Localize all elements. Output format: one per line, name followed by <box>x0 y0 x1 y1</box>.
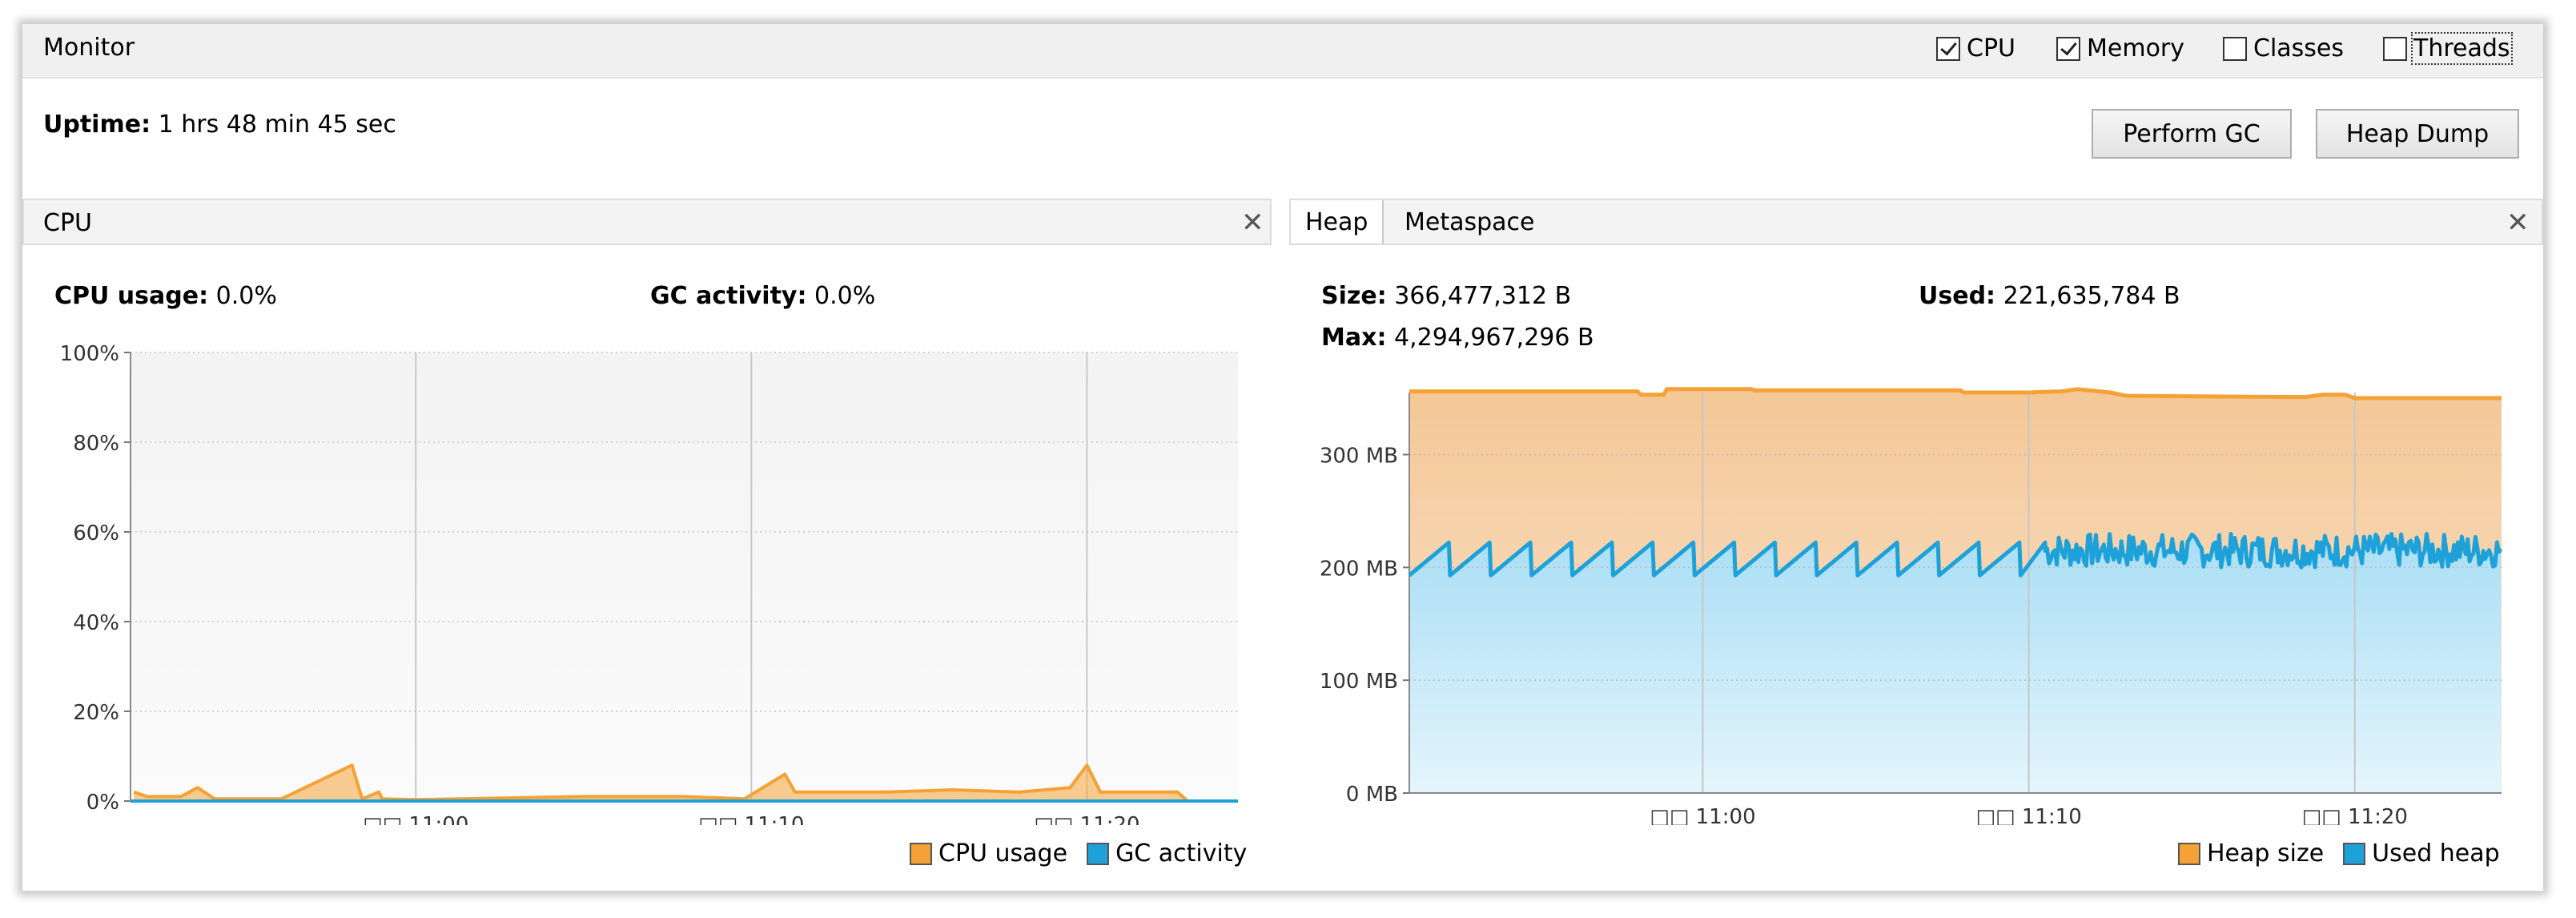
heap-x-tick-label: □□ 11:20 <box>2302 805 2408 825</box>
threads-checkbox-label: Threads <box>2411 32 2513 65</box>
checkbox-checked-icon <box>1936 36 1960 61</box>
heap-chart-legend: Heap size Used heap <box>2178 839 2500 868</box>
heap-used-label: Used: <box>1919 282 1996 310</box>
cpu-chart-legend: CPU usage GC activity <box>910 839 1247 868</box>
legend-label-gc-activity: GC activity <box>1115 839 1248 868</box>
classes-checkbox[interactable]: Classes <box>2223 34 2344 62</box>
cpu-chart: 0% 20% 40% 60% 80% 100% □□ 11:00 □□ 11:10 □□ 11:… <box>60 342 1238 825</box>
cpu-y-tick-label: 40% <box>73 611 119 635</box>
heap-max-label: Max: <box>1321 324 1387 352</box>
cpu-y-tick-label: 60% <box>73 521 119 546</box>
heap-x-tick-label: □□ 11:00 <box>1650 805 1755 825</box>
legend-swatch-gc-activity <box>1087 842 1110 865</box>
threads-checkbox[interactable]: Threads <box>2383 32 2513 65</box>
cpu-checkbox[interactable]: CPU <box>1936 34 2015 62</box>
legend-label-heap-size: Heap size <box>2207 839 2325 868</box>
cpu-y-tick-label: 0% <box>86 791 119 815</box>
classes-checkbox-label: Classes <box>2253 34 2345 62</box>
gc-activity-value: 0.0% <box>814 282 876 310</box>
memory-checkbox-label: Memory <box>2087 34 2185 62</box>
heap-size-value: 366,477,312 B <box>1394 282 1572 310</box>
heap-y-tick-label: 0 MB <box>1346 783 1398 807</box>
heap-used-stat: Used: 221,635,784 B <box>1919 282 2180 310</box>
cpu-x-tick-label: □□ 11:00 <box>363 813 468 825</box>
cpu-checkbox-label: CPU <box>1967 34 2015 62</box>
heap-chart: 0 MB 100 MB 200 MB 300 MB □□ 11:00 □□ 11:10 □□… <box>1320 387 2503 825</box>
legend-swatch-used-heap <box>2343 842 2366 865</box>
heap-size-label: Size: <box>1321 282 1387 310</box>
monitor-title: Monitor <box>43 34 135 62</box>
heap-y-tick-label: 200 MB <box>1320 557 1398 581</box>
checkbox-unchecked-icon <box>2223 36 2247 61</box>
cpu-y-tick-label: 20% <box>73 701 119 725</box>
monitor-window: Monitor CPU Memory Classes Threads Uptim… <box>22 24 2543 891</box>
memory-checkbox[interactable]: Memory <box>2056 34 2184 62</box>
cpu-x-tick-label: □□ 11:10 <box>698 813 804 825</box>
cpu-panel-title: CPU <box>43 209 92 237</box>
uptime-value: 1 hrs 48 min 45 sec <box>158 111 396 139</box>
memory-panel-header: Heap Metaspace ✕ <box>1289 199 2543 245</box>
cpu-usage-value: 0.0% <box>215 282 277 310</box>
legend-swatch-heap-size <box>2178 842 2200 865</box>
gc-activity-stat: GC activity: 0.0% <box>650 282 875 310</box>
uptime-label: Uptime: <box>43 111 151 139</box>
cpu-y-tick-label: 100% <box>60 342 119 366</box>
heap-x-tick-label: □□ 11:10 <box>1975 805 2081 825</box>
heap-used-value: 221,635,784 B <box>2003 282 2180 310</box>
heap-y-tick-label: 100 MB <box>1320 670 1398 694</box>
heap-dump-button[interactable]: Heap Dump <box>2316 109 2519 159</box>
legend-label-used-heap: Used heap <box>2372 839 2500 868</box>
gc-activity-label: GC activity: <box>650 282 807 310</box>
legend-label-cpu-usage: CPU usage <box>938 839 1068 868</box>
tab-metaspace[interactable]: Metaspace <box>1390 200 1549 244</box>
perform-gc-button[interactable]: Perform GC <box>2092 109 2292 159</box>
checkbox-unchecked-icon <box>2383 36 2407 61</box>
close-icon[interactable]: ✕ <box>2506 207 2530 239</box>
close-icon[interactable]: ✕ <box>1241 207 1264 239</box>
heap-max-value: 4,294,967,296 B <box>1394 324 1594 352</box>
uptime-readout: Uptime: 1 hrs 48 min 45 sec <box>43 111 396 139</box>
cpu-usage-stat: CPU usage: 0.0% <box>54 282 277 310</box>
cpu-usage-label: CPU usage: <box>54 282 209 310</box>
tab-heap[interactable]: Heap <box>1291 200 1384 244</box>
heap-y-tick-label: 300 MB <box>1320 444 1398 468</box>
heap-max-stat: Max: 4,294,967,296 B <box>1321 324 1594 352</box>
cpu-panel-header: CPU ✕ <box>22 199 1272 245</box>
heap-size-stat: Size: 366,477,312 B <box>1321 282 1571 310</box>
monitor-header: Monitor CPU Memory Classes Threads <box>22 24 2543 79</box>
cpu-x-tick-label: □□ 11:20 <box>1034 813 1139 825</box>
checkbox-checked-icon <box>2056 36 2080 61</box>
legend-swatch-cpu-usage <box>910 842 932 865</box>
cpu-y-tick-label: 80% <box>73 432 119 456</box>
